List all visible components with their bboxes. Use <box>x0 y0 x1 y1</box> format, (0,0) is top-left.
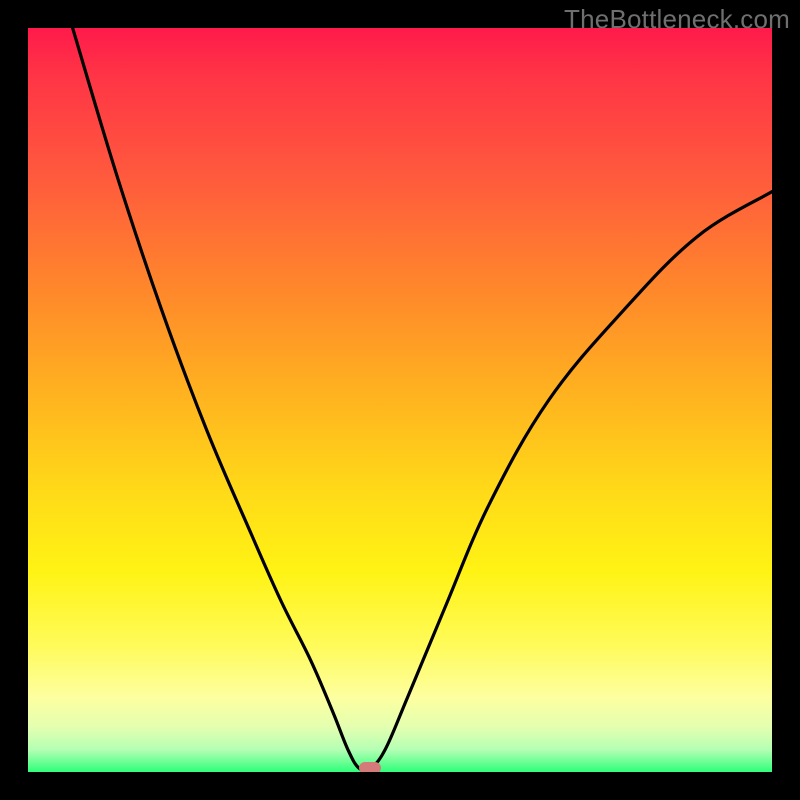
plot-area <box>28 28 772 772</box>
optimum-marker <box>359 762 381 772</box>
bottleneck-curve-path <box>73 28 772 771</box>
curve-svg <box>28 28 772 772</box>
chart-frame: TheBottleneck.com <box>0 0 800 800</box>
watermark-text: TheBottleneck.com <box>564 4 790 35</box>
